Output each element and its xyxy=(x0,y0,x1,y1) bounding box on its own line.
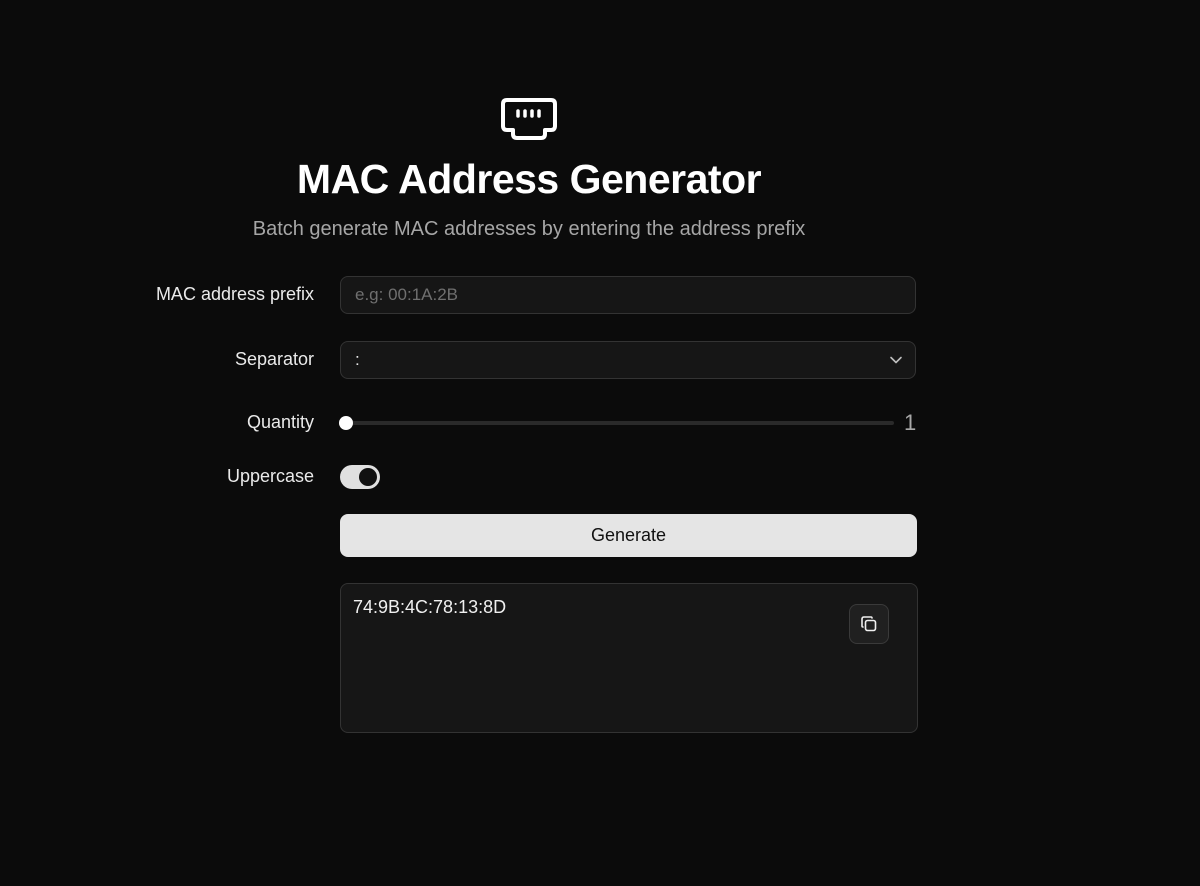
page-subtitle: Batch generate MAC addresses by entering… xyxy=(252,218,806,240)
generate-button[interactable]: Generate xyxy=(340,514,917,557)
uppercase-label: Uppercase xyxy=(226,466,314,486)
prefix-field[interactable] xyxy=(340,276,916,314)
toggle-knob xyxy=(359,468,377,486)
page-title: MAC Address Generator xyxy=(296,156,762,202)
uppercase-toggle[interactable] xyxy=(340,465,380,489)
copy-icon xyxy=(861,616,877,632)
generated-mac-address: 74:9B:4C:78:13:8D xyxy=(353,597,507,617)
quantity-slider-thumb[interactable] xyxy=(339,416,353,430)
separator-select[interactable]: : xyxy=(340,341,916,379)
quantity-slider-track[interactable] xyxy=(346,421,894,425)
separator-value: : xyxy=(355,350,360,369)
quantity-value: 1 xyxy=(904,410,917,435)
copy-button[interactable] xyxy=(849,604,889,644)
page: MAC Address Generator Batch generate MAC… xyxy=(0,0,1200,886)
chevron-down-icon xyxy=(890,356,902,364)
quantity-label: Quantity xyxy=(246,412,314,432)
result-output[interactable]: 74:9B:4C:78:13:8D xyxy=(340,583,918,733)
mac-prefix-input[interactable] xyxy=(341,277,915,313)
ethernet-port-icon xyxy=(501,98,557,140)
prefix-label: MAC address prefix xyxy=(155,284,314,304)
separator-label: Separator xyxy=(234,349,314,369)
